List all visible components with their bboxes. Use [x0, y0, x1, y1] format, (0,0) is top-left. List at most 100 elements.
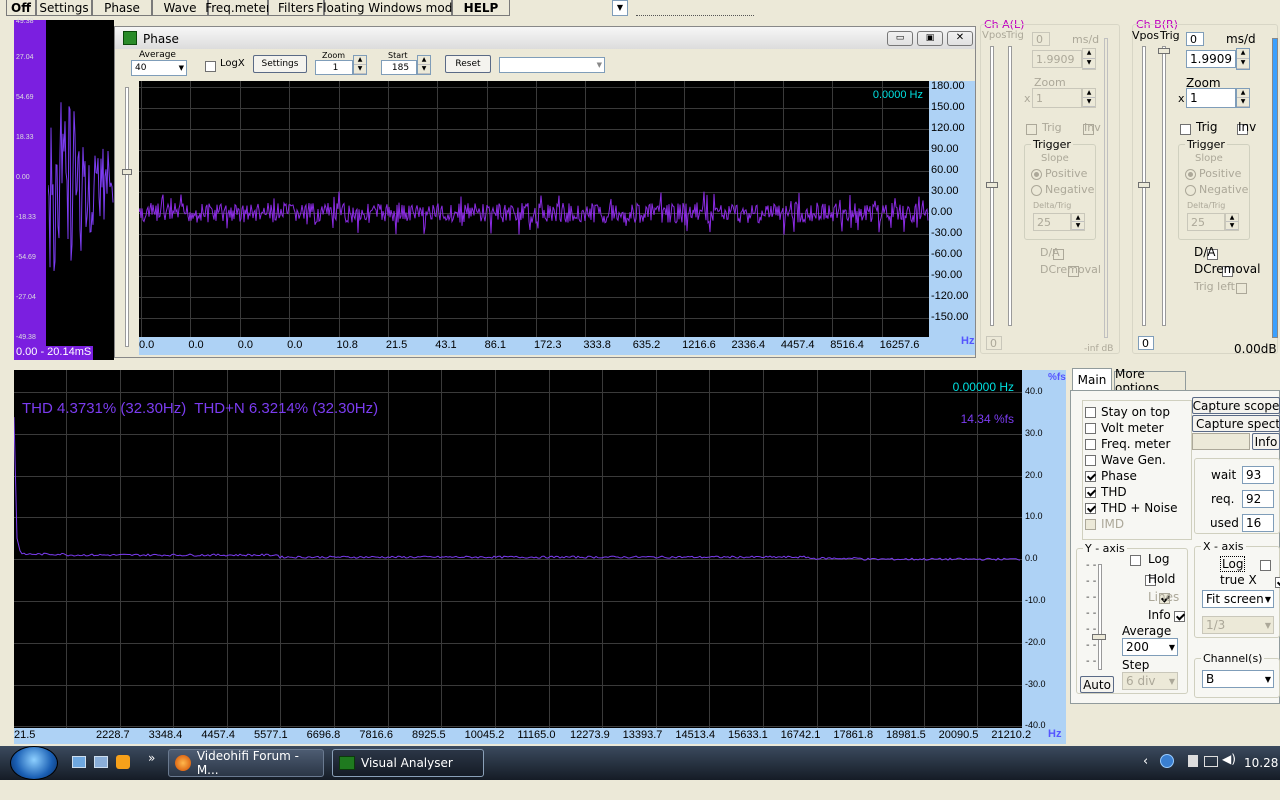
close-icon[interactable]: ✕ — [947, 31, 973, 46]
ch-b-trig-slider[interactable] — [1162, 46, 1166, 326]
ch-b-zero-field[interactable]: 0 — [1186, 32, 1204, 46]
option-row[interactable]: Phase — [1085, 469, 1137, 483]
tab-main[interactable]: Main — [1072, 368, 1112, 390]
quicklaunch-more-icon[interactable]: » — [148, 751, 155, 765]
ch-b-trig-checkbox[interactable] — [1180, 123, 1191, 135]
media-player-icon[interactable] — [116, 755, 130, 769]
third-select[interactable]: 1/3 ▼ — [1202, 616, 1274, 634]
ch-b-zoom-field[interactable]: 1 — [1186, 88, 1236, 108]
option-checkbox[interactable] — [1085, 454, 1096, 466]
option-row[interactable]: THD — [1085, 485, 1127, 499]
tray-monitor-icon[interactable] — [1204, 756, 1218, 767]
option-checkbox[interactable] — [1085, 518, 1096, 530]
option-checkbox[interactable] — [1085, 406, 1096, 418]
thd-readout: THD 4.3731% (32.30Hz) THD+N 6.3214% (32.… — [22, 400, 379, 417]
maximize-icon[interactable]: ▣ — [917, 31, 943, 46]
tray-network-icon[interactable] — [1160, 754, 1174, 768]
ch-a-ms-field[interactable]: 1.9909 — [1032, 50, 1082, 68]
task-visual-analyser[interactable]: Visual Analyser — [332, 749, 484, 777]
ch-a-ms-stepper[interactable]: ▲ ▼ — [1082, 48, 1096, 70]
start-field[interactable]: 185 — [381, 60, 417, 75]
phase-vertical-slider[interactable] — [125, 87, 129, 347]
option-row[interactable]: Wave Gen. — [1085, 453, 1166, 467]
ch-b-vpos-thumb[interactable] — [1138, 182, 1150, 188]
y-axis-slider-thumb[interactable] — [1092, 634, 1106, 640]
fit-screen-select[interactable]: Fit screen ▼ — [1202, 590, 1274, 608]
ch-a-delta-field[interactable]: 25 — [1033, 213, 1071, 231]
ch-a-vpos-thumb[interactable] — [986, 182, 998, 188]
y-log-checkbox[interactable] — [1130, 554, 1141, 566]
capture-scope-button[interactable]: Capture scope — [1192, 397, 1280, 414]
ch-a-zoom-stepper[interactable]: ▲ ▼ — [1082, 88, 1096, 108]
left-scope-tick-label: -54.69 — [16, 254, 36, 261]
toolbar-slider[interactable] — [636, 0, 754, 16]
ch-a-zoom-field[interactable]: 1 — [1032, 88, 1082, 108]
fit-screen-value: Fit screen — [1206, 592, 1264, 606]
spectrum-y-tick-label: -40.0 — [1025, 720, 1046, 728]
zoom-stepper[interactable]: ▲ ▼ — [353, 55, 367, 75]
phase-settings-button[interactable]: Settings — [253, 55, 307, 73]
ch-a-positive-radio[interactable] — [1031, 169, 1042, 180]
option-checkbox[interactable] — [1085, 486, 1096, 498]
capture-spectrum-button[interactable]: Capture spectrum — [1192, 415, 1280, 432]
y-info-checkbox[interactable] — [1173, 610, 1185, 622]
phase-button[interactable]: Phase — [92, 0, 152, 16]
minimize-icon[interactable]: ▭ — [887, 31, 913, 46]
wave-button[interactable]: Wave — [152, 0, 208, 16]
ch-a-trig-checkbox[interactable] — [1026, 123, 1037, 135]
ch-a-delta-stepper[interactable]: ▲ ▼ — [1071, 213, 1085, 231]
ch-b-positive-radio[interactable] — [1185, 169, 1196, 180]
tray-volume-icon[interactable]: ◀) — [1222, 752, 1236, 766]
show-desktop-icon[interactable] — [72, 756, 86, 768]
option-checkbox[interactable] — [1085, 438, 1096, 450]
reset-button[interactable]: Reset — [445, 55, 491, 73]
x-log-checkbox[interactable] — [1260, 559, 1271, 571]
option-row[interactable]: THD + Noise — [1085, 501, 1178, 515]
logx-checkbox[interactable] — [205, 60, 216, 72]
start-button[interactable] — [10, 746, 58, 780]
info-button[interactable]: Info — [1252, 433, 1280, 450]
tray-arrow-icon[interactable]: ‹ — [1143, 754, 1148, 769]
option-row[interactable]: Freq. meter — [1085, 437, 1170, 451]
ch-b-bottom-zero[interactable]: 0 — [1138, 336, 1154, 350]
option-checkbox[interactable] — [1085, 502, 1096, 514]
option-row[interactable]: Stay on top — [1085, 405, 1170, 419]
settings-button[interactable]: Settings — [36, 0, 92, 16]
option-checkbox[interactable] — [1085, 470, 1096, 482]
toolbar-dropdown[interactable]: ▼ — [612, 0, 628, 16]
tab-more-options[interactable]: More options — [1114, 367, 1186, 395]
ch-b-delta-field[interactable]: 25 — [1187, 213, 1225, 231]
ch-b-ms-stepper[interactable]: ▲ ▼ — [1236, 48, 1250, 70]
option-checkbox[interactable] — [1085, 422, 1096, 434]
help-button[interactable]: HELP — [452, 0, 510, 16]
ch-b-ms-field[interactable]: 1.9909 — [1186, 50, 1236, 68]
ch-b-negative-radio[interactable] — [1185, 185, 1196, 196]
option-row[interactable]: Volt meter — [1085, 421, 1164, 435]
channel-select[interactable]: B ▼ — [1202, 670, 1274, 688]
ch-a-trig-slider[interactable] — [1008, 46, 1012, 326]
floating-windows-button[interactable]: Floating Windows mode — [316, 0, 460, 16]
step-select[interactable]: 6 div ▼ — [1122, 672, 1178, 690]
phase-slider-thumb[interactable] — [122, 169, 132, 175]
ch-b-zoom-stepper[interactable]: ▲ ▼ — [1236, 88, 1250, 108]
average-select[interactable]: 40 ▼ — [131, 60, 187, 76]
true-x-checkbox[interactable] — [1274, 576, 1280, 588]
y-axis-slider[interactable] — [1098, 564, 1102, 670]
phase-title-bar[interactable]: Phase ▭ ▣ ✕ — [115, 27, 975, 49]
option-label: Volt meter — [1101, 421, 1164, 435]
ch-a-negative-radio[interactable] — [1031, 185, 1042, 196]
phase-dropdown[interactable]: ▼ — [499, 57, 605, 73]
zoom-field[interactable]: 1 — [315, 60, 353, 75]
off-button[interactable]: Off — [6, 0, 36, 16]
task-videohifi[interactable]: Videohifi Forum - M... — [168, 749, 324, 777]
start-stepper[interactable]: ▲ ▼ — [417, 55, 431, 75]
freqmeter-button[interactable]: Freq.meter — [205, 0, 271, 16]
ch-b-trig-left-checkbox[interactable] — [1236, 282, 1247, 294]
switch-windows-icon[interactable] — [94, 756, 108, 768]
tray-device-icon[interactable] — [1188, 755, 1198, 767]
ch-b-delta-stepper[interactable]: ▲ ▼ — [1225, 213, 1239, 231]
auto-button[interactable]: Auto — [1080, 676, 1114, 693]
ch-b-trig-thumb[interactable] — [1158, 48, 1170, 54]
option-row[interactable]: IMD — [1085, 517, 1124, 531]
average-select-field[interactable]: 200 ▼ — [1122, 638, 1178, 656]
